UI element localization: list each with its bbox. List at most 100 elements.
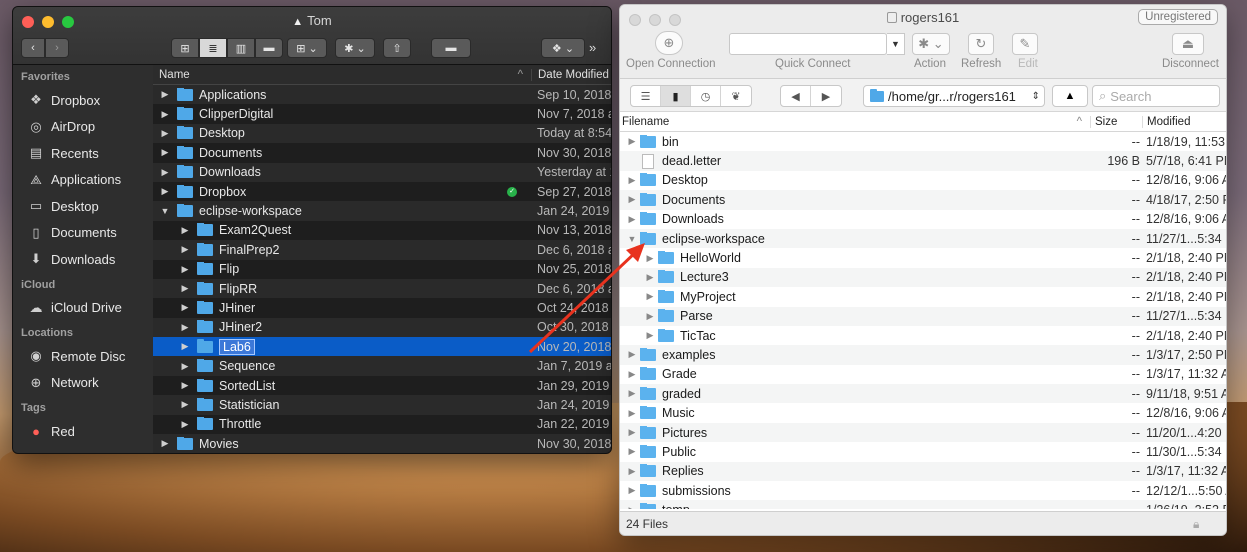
back-button[interactable]: ‹ bbox=[21, 38, 45, 58]
bookmarks-icon[interactable]: ▮ bbox=[661, 86, 691, 106]
remote-file-row[interactable]: dead.letter 196 B 5/7/18, 6:41 PM bbox=[620, 151, 1226, 171]
remote-file-row[interactable]: ▶ temp --1/26/19, 2:52 PM bbox=[620, 500, 1226, 509]
disclosure-collapsed-icon[interactable]: ▶ bbox=[626, 136, 638, 147]
file-row[interactable]: ▶ Dropbox ✓ Sep 27, 2018 at bbox=[153, 182, 611, 201]
disclosure-collapsed-icon[interactable]: ▶ bbox=[644, 311, 656, 322]
sidebar-item-documents[interactable]: ▯ Documents bbox=[13, 220, 153, 247]
path-selector[interactable]: /home/gr...r/rogers161 ⇕ bbox=[863, 85, 1045, 107]
remote-file-row[interactable]: ▶ Desktop -- 12/8/16, 9:06 AM bbox=[620, 171, 1226, 190]
disclosure-expanded-icon[interactable]: ▼ bbox=[159, 206, 171, 216]
disclosure-collapsed-icon[interactable]: ▶ bbox=[179, 225, 191, 236]
disclosure-collapsed-icon[interactable]: ▶ bbox=[626, 194, 638, 205]
sidebar-item-network[interactable]: ⊕ Network bbox=[13, 370, 153, 397]
disclosure-collapsed-icon[interactable]: ▶ bbox=[159, 186, 171, 197]
forward-button[interactable]: › bbox=[45, 38, 69, 58]
disclosure-collapsed-icon[interactable]: ▶ bbox=[626, 466, 638, 477]
forward-icon[interactable]: ▶ bbox=[811, 86, 841, 106]
remote-file-row[interactable]: ▶ Grade -- 1/3/17, 11:32 AM bbox=[620, 365, 1226, 384]
disclosure-collapsed-icon[interactable]: ▶ bbox=[159, 109, 171, 120]
sidebar-item-red[interactable]: ● Red bbox=[13, 418, 153, 445]
file-row[interactable]: ▶ Statistician Jan 24, 2019 at bbox=[153, 395, 611, 415]
disclosure-collapsed-icon[interactable]: ▶ bbox=[179, 380, 191, 391]
sidebar-item-remote-disc[interactable]: ◉ Remote Disc bbox=[13, 343, 153, 370]
disclosure-collapsed-icon[interactable]: ▶ bbox=[644, 330, 656, 341]
unregistered-button[interactable]: Unregistered bbox=[1138, 9, 1218, 25]
disclosure-collapsed-icon[interactable]: ▶ bbox=[626, 388, 638, 399]
bonjour-icon[interactable]: ❦ bbox=[721, 86, 751, 106]
list-view-button[interactable]: ≣ bbox=[199, 38, 227, 58]
action-button[interactable]: ✱ ⌄ bbox=[912, 33, 950, 55]
disclosure-expanded-icon[interactable]: ▼ bbox=[626, 234, 638, 244]
file-row[interactable]: ▶ JHiner2 Oct 30, 2018 at bbox=[153, 317, 611, 338]
file-row[interactable]: ▶ Desktop Today at 8:54 bbox=[153, 123, 611, 144]
file-row[interactable]: ▶ Flip Nov 25, 2018 bbox=[153, 260, 611, 279]
disclosure-collapsed-icon[interactable]: ▶ bbox=[179, 302, 191, 313]
parent-directory-button[interactable]: ▲ bbox=[1052, 85, 1088, 107]
sidebar-item-applications[interactable]: ⟁ Applications bbox=[13, 167, 153, 194]
disclosure-collapsed-icon[interactable]: ▶ bbox=[626, 369, 638, 380]
file-row[interactable]: ▶ FinalPrep2 Dec 6, 2018 at bbox=[153, 240, 611, 260]
gallery-view-button[interactable]: ▬ bbox=[255, 38, 283, 58]
disclosure-collapsed-icon[interactable]: ▶ bbox=[179, 264, 191, 275]
disclosure-collapsed-icon[interactable]: ▶ bbox=[159, 167, 171, 178]
remote-file-row[interactable]: ▶ bin -- 1/18/19, 11:53 AM bbox=[620, 132, 1226, 151]
disclosure-collapsed-icon[interactable]: ▶ bbox=[179, 322, 191, 333]
file-row[interactable]: ▶ Movies Nov 30, 2018 bbox=[153, 434, 611, 453]
file-row[interactable]: ▶ Exam2Quest Nov 13, 2018 at bbox=[153, 221, 611, 240]
disclosure-collapsed-icon[interactable]: ▶ bbox=[159, 147, 171, 158]
remote-file-row[interactable]: ▶ MyProject -- 2/1/18, 2:40 PM bbox=[620, 287, 1226, 306]
remote-file-row[interactable]: ▶ Replies -- 1/3/17, 11:32 AM bbox=[620, 461, 1226, 482]
remote-file-row[interactable]: ▶ Downloads -- 12/8/16, 9:06 AM bbox=[620, 210, 1226, 229]
sidebar-item-airdrop[interactable]: ◎ AirDrop bbox=[13, 114, 153, 141]
file-row[interactable]: ▶ Documents Nov 30, 2018 bbox=[153, 143, 611, 162]
action-button[interactable]: ✱ ⌄ bbox=[335, 38, 375, 58]
disclosure-collapsed-icon[interactable]: ▶ bbox=[159, 438, 171, 449]
sidebar-item-dropbox[interactable]: ❖ Dropbox bbox=[13, 87, 153, 114]
file-row[interactable]: ▶ FlipRR Dec 6, 2018 at bbox=[153, 278, 611, 299]
disclosure-collapsed-icon[interactable]: ▶ bbox=[159, 128, 171, 139]
disclosure-collapsed-icon[interactable]: ▶ bbox=[179, 419, 191, 430]
refresh-button[interactable]: ↻ bbox=[968, 33, 994, 55]
size-column-header[interactable]: Size bbox=[1090, 115, 1142, 128]
disclosure-collapsed-icon[interactable]: ▶ bbox=[644, 291, 656, 302]
file-row[interactable]: ▶ Applications Sep 10, 2018 at bbox=[153, 85, 611, 105]
file-row[interactable]: ▼ eclipse-workspace Jan 24, 2019 at bbox=[153, 201, 611, 221]
dropbox-button[interactable]: ❖ ⌄ bbox=[541, 38, 585, 58]
remote-file-row[interactable]: ▶ Documents -- 4/18/17, 2:50 PM bbox=[620, 190, 1226, 210]
file-row[interactable]: ▶ Sequence Jan 7, 2019 at bbox=[153, 356, 611, 376]
quick-connect-input[interactable] bbox=[729, 33, 887, 55]
disclosure-collapsed-icon[interactable]: ▶ bbox=[644, 253, 656, 264]
tag-button[interactable]: ▬ bbox=[431, 38, 471, 58]
disclosure-collapsed-icon[interactable]: ▶ bbox=[644, 272, 656, 283]
quick-connect-dropdown[interactable]: ▼ bbox=[887, 33, 905, 55]
file-row[interactable]: ▶ Throttle Jan 22, 2019 at bbox=[153, 415, 611, 434]
column-view-button[interactable]: ▥ bbox=[227, 38, 255, 58]
disclosure-collapsed-icon[interactable]: ▶ bbox=[179, 399, 191, 410]
search-input[interactable]: ⌕ Search bbox=[1092, 85, 1220, 107]
sidebar-item-recents[interactable]: ▤ Recents bbox=[13, 140, 153, 167]
disclosure-collapsed-icon[interactable]: ▶ bbox=[179, 341, 191, 352]
disclosure-collapsed-icon[interactable]: ▶ bbox=[179, 361, 191, 372]
file-row[interactable]: ▶ SortedList Jan 29, 2019 at bbox=[153, 376, 611, 395]
remote-file-row[interactable]: ▶ TicTac -- 2/1/18, 2:40 PM bbox=[620, 326, 1226, 345]
remote-file-row[interactable]: ▶ Music -- 12/8/16, 9:06 AM bbox=[620, 403, 1226, 422]
disconnect-button[interactable]: ⏏ bbox=[1172, 33, 1204, 55]
filename-column-header[interactable]: Filename ^ bbox=[620, 116, 1090, 128]
file-row[interactable]: ▶ Lab6 Nov 20, 2018 bbox=[153, 337, 611, 357]
file-row[interactable]: ▶ Downloads Yesterday at 1 bbox=[153, 162, 611, 182]
modified-column-header[interactable]: Modified bbox=[1142, 115, 1226, 128]
remote-file-row[interactable]: ▶ Parse -- 11/27/1...5:34 PM bbox=[620, 306, 1226, 326]
icon-view-button[interactable]: ⊞ bbox=[171, 38, 199, 58]
disclosure-collapsed-icon[interactable]: ▶ bbox=[179, 283, 191, 294]
disclosure-collapsed-icon[interactable]: ▶ bbox=[159, 89, 171, 100]
history-icon[interactable]: ◷ bbox=[691, 86, 721, 106]
remote-file-row[interactable]: ▶ Public -- 11/30/1...5:34 PM bbox=[620, 442, 1226, 461]
disclosure-collapsed-icon[interactable]: ▶ bbox=[626, 446, 638, 457]
remote-file-row[interactable]: ▶ HelloWorld -- 2/1/18, 2:40 PM bbox=[620, 248, 1226, 267]
disclosure-collapsed-icon[interactable]: ▶ bbox=[626, 214, 638, 225]
sidebar-item-icloud-drive[interactable]: ☁ iCloud Drive bbox=[13, 295, 153, 322]
date-column-header[interactable]: Date Modified bbox=[531, 68, 611, 81]
remote-file-row[interactable]: ▼ eclipse-workspace -- 11/27/1...5:34 PM bbox=[620, 228, 1226, 249]
disclosure-collapsed-icon[interactable]: ▶ bbox=[626, 408, 638, 419]
disclosure-collapsed-icon[interactable]: ▶ bbox=[626, 175, 638, 186]
